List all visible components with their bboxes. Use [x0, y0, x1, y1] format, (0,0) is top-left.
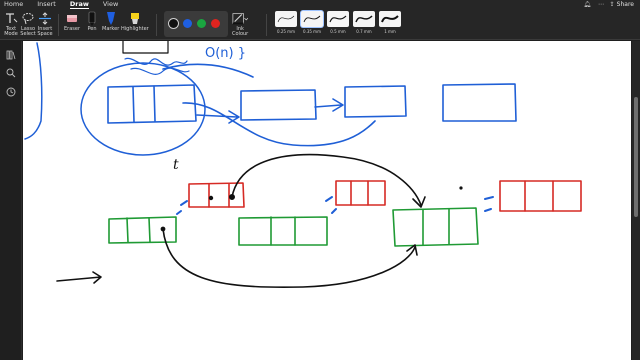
stroke-preview-icon — [327, 11, 349, 27]
stray-dot — [459, 186, 463, 190]
eraser-icon — [64, 11, 80, 26]
thickness-0-7mm[interactable]: 0.7 mm — [352, 11, 376, 37]
share-icon: ⇪ — [609, 1, 615, 8]
blue-arrow-2 — [314, 98, 344, 112]
blue-node-4 — [442, 83, 517, 122]
text-mode-label-2: Mode — [4, 31, 18, 37]
blue-link-curve — [182, 102, 376, 147]
marker-button[interactable]: Marker — [102, 11, 119, 32]
highlighter-button[interactable]: Highlighter — [121, 11, 149, 32]
onenote-window: Home Insert Draw View 🔔︎ ⋯ ⇪ Share Text … — [0, 0, 640, 360]
thickness-label: 0.25 mm — [277, 29, 295, 34]
thickness-label: 1 mm — [384, 29, 396, 34]
lasso-label-2: Select — [20, 31, 36, 37]
black-arrow-left — [56, 271, 102, 284]
ribbon-divider — [58, 14, 59, 36]
bell-icon[interactable]: 🔔︎ — [583, 1, 591, 8]
blue-scribble — [130, 67, 190, 75]
share-button[interactable]: ⇪ Share — [610, 0, 634, 9]
top-right-icons: 🔔︎ ⋯ — [583, 0, 604, 9]
green-node-2-dividers — [270, 216, 296, 246]
lasso-select-button[interactable]: Lasso Select — [20, 11, 36, 37]
green-node-3 — [392, 207, 479, 247]
text-mode-button[interactable]: Text Mode — [3, 11, 19, 37]
color-swatch-black[interactable] — [169, 19, 178, 28]
blue-link-dash — [484, 196, 494, 212]
more-options-icon[interactable]: ⋯ — [598, 1, 604, 8]
o-notation-text: O(n) } — [205, 46, 246, 61]
pen-button[interactable]: Pen — [84, 11, 100, 32]
thickness-1mm[interactable]: 1 mm — [378, 11, 402, 37]
blue-node-1-dividers — [132, 85, 156, 123]
eraser-label: Eraser — [64, 26, 81, 32]
ribbon-divider — [266, 14, 267, 36]
ink-colour-icon — [232, 11, 249, 26]
menu-bar: Home Insert Draw View — [0, 0, 640, 9]
menu-view[interactable]: View — [103, 0, 118, 9]
eraser-button[interactable]: Eraser — [64, 11, 80, 32]
blue-node-2 — [240, 89, 317, 121]
stroke-preview-icon — [379, 11, 401, 27]
history-icon[interactable] — [4, 86, 18, 98]
highlighter-icon — [127, 11, 143, 26]
stroke-preview-icon — [301, 11, 323, 27]
thickness-0-35mm[interactable]: 0.35 mm — [300, 11, 324, 37]
pen-icon — [84, 11, 100, 26]
t-label: t — [173, 157, 179, 173]
ribbon-divider — [156, 14, 157, 36]
color-swatch-blue[interactable] — [183, 19, 192, 28]
share-label: Share — [616, 1, 634, 8]
red-node-2-dividers — [350, 180, 369, 206]
ink-colour-label-2: Colour — [232, 31, 249, 37]
insert-space-label-2: Space — [37, 31, 53, 37]
green-node-3-dividers — [422, 208, 450, 246]
left-sidebar — [0, 41, 22, 360]
ink-colour-button[interactable]: Ink Colour — [232, 11, 248, 37]
menu-insert[interactable]: Insert — [37, 0, 56, 9]
insert-space-icon — [37, 11, 53, 26]
red-node-3 — [499, 180, 582, 212]
black-pointer-curve-bottom — [162, 228, 416, 289]
blue-node-3 — [344, 85, 407, 118]
blue-circle — [80, 62, 206, 156]
stroke-preview-icon — [275, 11, 297, 27]
partial-black-box — [122, 41, 169, 54]
green-node-1-dividers — [126, 217, 151, 243]
ink-drawing: O(n) } t — [24, 41, 582, 289]
blue-link-dash — [176, 200, 188, 215]
lasso-icon — [20, 11, 36, 26]
green-node-1 — [108, 216, 177, 244]
left-bracket-stroke — [24, 42, 43, 140]
thickness-label: 0.5 mm — [330, 29, 346, 34]
search-icon[interactable] — [4, 67, 18, 79]
color-swatch-green[interactable] — [197, 19, 206, 28]
menu-home[interactable]: Home — [4, 0, 23, 9]
pointer-dot — [208, 195, 214, 201]
pen-label: Pen — [87, 26, 97, 32]
stroke-preview-icon — [353, 11, 375, 27]
scrollbar-thumb[interactable] — [634, 97, 638, 217]
black-pointer-curve-top — [231, 153, 422, 206]
red-node-3-dividers — [524, 180, 554, 212]
red-node-1-dividers — [208, 183, 230, 208]
color-swatch-red[interactable] — [211, 19, 220, 28]
menu-draw[interactable]: Draw — [69, 0, 89, 9]
blue-node-1 — [107, 84, 197, 124]
highlighter-label: Highlighter — [121, 26, 149, 32]
marker-label: Marker — [102, 26, 120, 32]
thickness-label: 0.7 mm — [356, 29, 372, 34]
ink-color-palette — [164, 11, 228, 37]
blue-link-dash — [325, 196, 337, 214]
marker-icon — [103, 11, 119, 26]
text-mode-icon — [3, 11, 19, 26]
thickness-0-25mm[interactable]: 0.25 mm — [274, 11, 298, 37]
thickness-0-5mm[interactable]: 0.5 mm — [326, 11, 350, 37]
thickness-label: 0.35 mm — [303, 29, 321, 34]
red-node-2 — [335, 180, 386, 206]
library-icon[interactable] — [4, 49, 18, 61]
insert-space-button[interactable]: Insert Space — [37, 11, 53, 37]
vertical-scrollbar[interactable] — [632, 41, 640, 360]
green-node-2 — [238, 216, 328, 246]
note-canvas[interactable]: O(n) } t — [23, 41, 631, 360]
